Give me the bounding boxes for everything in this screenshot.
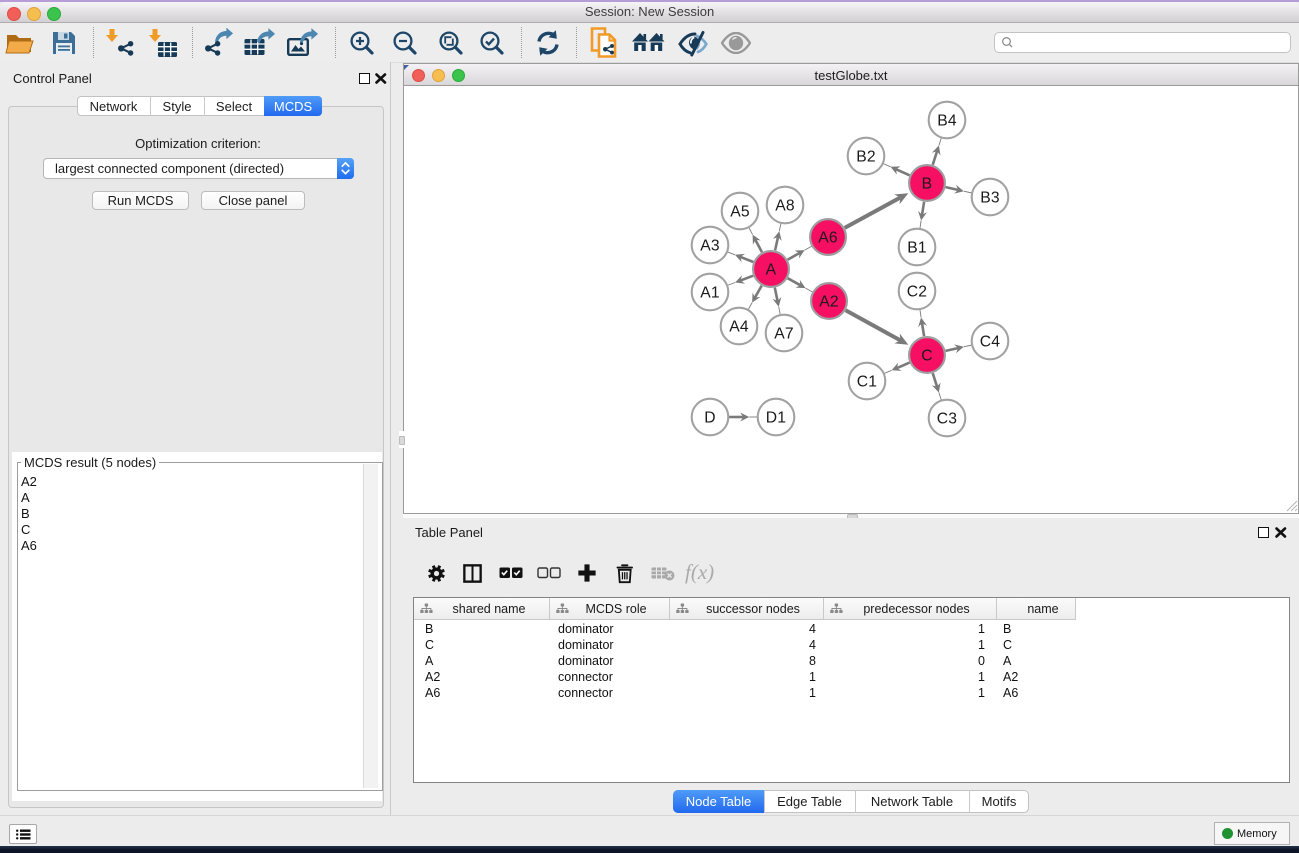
svg-text:A7: A7	[774, 325, 794, 342]
svg-text:B3: B3	[980, 189, 1000, 206]
svg-text:B4: B4	[937, 112, 957, 129]
svg-text:D: D	[704, 409, 716, 426]
svg-text:A6: A6	[818, 229, 838, 246]
svg-text:C2: C2	[907, 283, 927, 300]
svg-text:A5: A5	[730, 203, 750, 220]
svg-text:C: C	[921, 347, 933, 364]
svg-text:A4: A4	[729, 318, 749, 335]
svg-text:A1: A1	[700, 284, 720, 301]
svg-text:A8: A8	[775, 197, 795, 214]
svg-text:C4: C4	[980, 333, 1001, 350]
svg-text:C1: C1	[857, 373, 877, 390]
svg-text:A2: A2	[819, 293, 839, 310]
svg-text:A: A	[766, 261, 777, 278]
svg-text:A3: A3	[700, 237, 720, 254]
svg-text:C3: C3	[937, 410, 958, 427]
svg-text:B: B	[922, 175, 933, 192]
svg-text:D1: D1	[766, 409, 786, 426]
svg-text:B1: B1	[907, 239, 927, 256]
svg-text:B2: B2	[856, 148, 876, 165]
